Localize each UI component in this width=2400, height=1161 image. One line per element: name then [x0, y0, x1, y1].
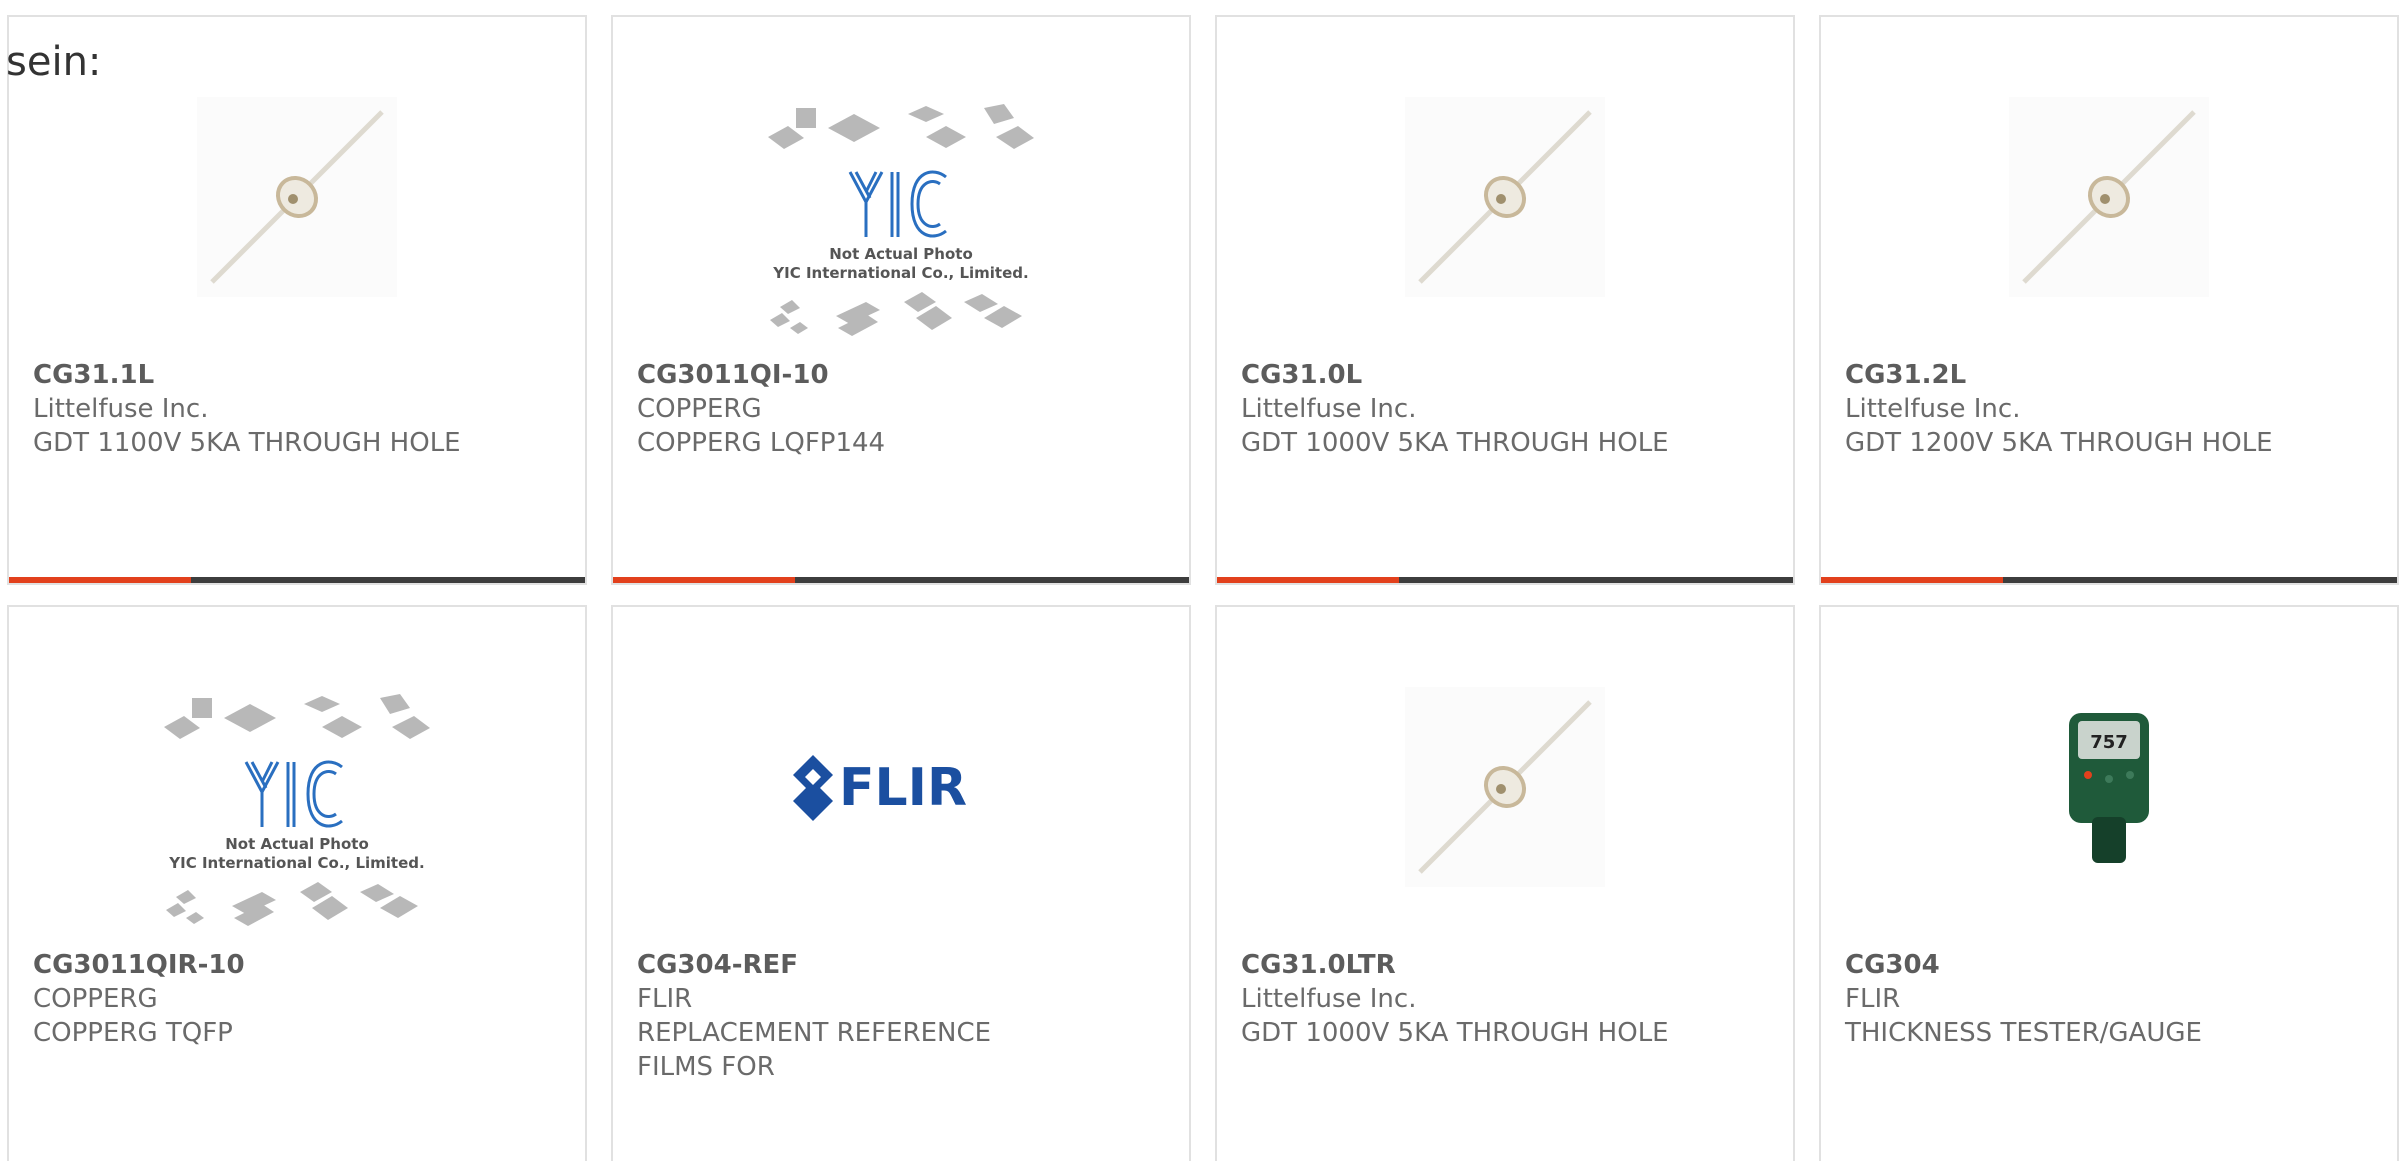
product-image[interactable]: [1217, 77, 1793, 317]
yic-placeholder-icon: Not Actual Photo YIC International Co., …: [768, 104, 1034, 336]
description-line: THICKNESS TESTER/GAUGE: [1845, 1018, 2202, 1048]
part-number[interactable]: CG31.2L: [1845, 358, 2373, 392]
accent-bar: [613, 577, 795, 583]
description-line: COPPERG LQFP144: [637, 428, 886, 458]
part-number[interactable]: CG31.0LTR: [1241, 948, 1769, 982]
product-image[interactable]: 757: [1821, 667, 2397, 907]
product-card[interactable]: FLIR CG304-REF FLIR REPLACEMENT REFERENC…: [611, 605, 1191, 1161]
gdt-component-icon: [197, 97, 397, 297]
card-bottom-bar: [613, 577, 1189, 583]
product-card[interactable]: Not Actual Photo YIC International Co., …: [611, 15, 1191, 585]
product-card[interactable]: CG31.2L Littelfuse Inc. GDT 1200V 5KA TH…: [1819, 15, 2399, 585]
product-card[interactable]: CG31.0L Littelfuse Inc. GDT 1000V 5KA TH…: [1215, 15, 1795, 585]
intro-text: sein:: [6, 39, 102, 85]
accent-bar: [1821, 577, 2003, 583]
svg-text:YIC International Co., Limited: YIC International Co., Limited.: [772, 264, 1028, 282]
product-image[interactable]: Not Actual Photo YIC International Co., …: [613, 102, 1189, 342]
product-card[interactable]: 757 CG304 FLIR THICKNESS TESTER/GAUGE: [1819, 605, 2399, 1161]
product-image[interactable]: FLIR: [613, 667, 1189, 907]
part-number[interactable]: CG304-REF: [637, 948, 1165, 982]
product-card[interactable]: CG31.1L Littelfuse Inc. GDT 1100V 5KA TH…: [7, 15, 587, 585]
card-bottom-bar: [9, 577, 585, 583]
flir-logo-icon: FLIR: [793, 755, 967, 821]
manufacturer: Littelfuse Inc.: [1845, 394, 2021, 424]
manufacturer: Littelfuse Inc.: [33, 394, 209, 424]
manufacturer: FLIR: [637, 984, 693, 1014]
description-line: COPPERG TQFP: [33, 1018, 233, 1048]
description-line: FILMS FOR: [637, 1052, 775, 1082]
manufacturer: COPPERG: [637, 394, 762, 424]
manufacturer: Littelfuse Inc.: [1241, 984, 1417, 1014]
part-number[interactable]: CG304: [1845, 948, 2373, 982]
part-number[interactable]: CG31.0L: [1241, 358, 1769, 392]
description-line: GDT 1000V 5KA THROUGH HOLE: [1241, 1018, 1669, 1048]
gdt-component-icon: [2009, 97, 2209, 297]
product-image[interactable]: [1821, 77, 2397, 317]
description-line: GDT 1100V 5KA THROUGH HOLE: [33, 428, 461, 458]
manufacturer: FLIR: [1845, 984, 1901, 1014]
product-card[interactable]: CG31.0LTR Littelfuse Inc. GDT 1000V 5KA …: [1215, 605, 1795, 1161]
description-line: GDT 1000V 5KA THROUGH HOLE: [1241, 428, 1669, 458]
gdt-component-icon: [1405, 97, 1605, 297]
manufacturer: COPPERG: [33, 984, 158, 1014]
yic-placeholder-icon: Not Actual Photo YIC International Co., …: [164, 694, 430, 926]
product-image[interactable]: Not Actual Photo YIC International Co., …: [9, 692, 585, 932]
description-line: GDT 1200V 5KA THROUGH HOLE: [1845, 428, 2273, 458]
part-number[interactable]: CG3011QI-10: [637, 358, 1165, 392]
svg-text:757: 757: [2090, 732, 2128, 753]
product-grid: CG31.1L Littelfuse Inc. GDT 1100V 5KA TH…: [7, 15, 2399, 1161]
manufacturer: Littelfuse Inc.: [1241, 394, 1417, 424]
gdt-component-icon: [1405, 687, 1605, 887]
product-listing-page: sein: CG31.1L Littelfuse Inc. GDT 1100V …: [0, 0, 2400, 1161]
card-bottom-bar: [1217, 577, 1793, 583]
part-number[interactable]: CG3011QIR-10: [33, 948, 561, 982]
svg-text:Not Actual Photo: Not Actual Photo: [225, 835, 369, 853]
product-image[interactable]: [9, 77, 585, 317]
part-number[interactable]: CG31.1L: [33, 358, 561, 392]
accent-bar: [9, 577, 191, 583]
svg-text:YIC International Co., Limited: YIC International Co., Limited.: [168, 854, 424, 872]
thickness-gauge-icon: 757: [2069, 713, 2149, 863]
accent-bar: [1217, 577, 1399, 583]
description-line: REPLACEMENT REFERENCE: [637, 1018, 992, 1048]
product-card[interactable]: Not Actual Photo YIC International Co., …: [7, 605, 587, 1161]
svg-text:FLIR: FLIR: [839, 758, 967, 818]
product-image[interactable]: [1217, 667, 1793, 907]
card-bottom-bar: [1821, 577, 2397, 583]
svg-text:Not Actual Photo: Not Actual Photo: [829, 245, 973, 263]
